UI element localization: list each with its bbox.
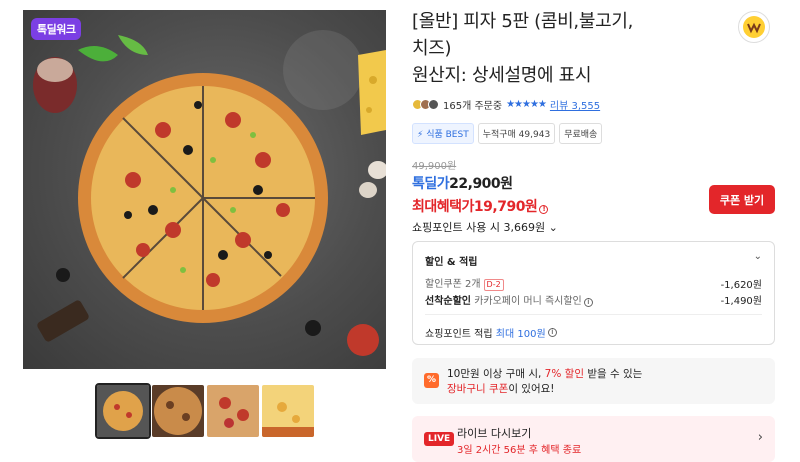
product-title: [올반] 피자 5판 (콤비,불고기, 치즈) 원산지: 상세설명에 표시: [412, 8, 712, 89]
points-usage-label: 쇼핑포인트 사용 시 3,669원: [412, 221, 546, 234]
order-count: 165개 주문중: [443, 101, 503, 112]
early-value: -1,490원: [720, 296, 762, 307]
tag-food-best[interactable]: ⚡ 식품 BEST: [412, 123, 474, 144]
max-benefit-value: 19,790원: [473, 199, 538, 215]
product-main-image[interactable]: 톡딜워크: [23, 10, 386, 369]
avatar: [428, 99, 439, 110]
thumbnail-1[interactable]: [95, 383, 151, 439]
dday-badge: D-2: [483, 279, 504, 291]
points-usage[interactable]: 쇼핑포인트 사용 시 3,669원 ⌄: [412, 219, 558, 235]
points-max-prefix: 최대: [495, 329, 515, 340]
seller-logo[interactable]: [738, 11, 770, 43]
review-link[interactable]: 리뷰 3,555: [550, 97, 600, 112]
original-price: 49,900원: [412, 161, 457, 172]
live-title: 라이브 다시보기: [457, 427, 532, 440]
cart-coupon-promo[interactable]: % 10만원 이상 구매 시, 7% 할인 받을 수 있는 장바구니 쿠폰이 있…: [412, 358, 775, 404]
deal-price: 톡딜가22,900원: [412, 173, 513, 193]
info-icon[interactable]: !: [539, 205, 549, 214]
tag-free-shipping: 무료배송: [559, 123, 603, 144]
discount-title: 할인 & 적립: [425, 257, 478, 268]
chevron-down-icon: ⌄: [548, 221, 558, 234]
thumbnail-2[interactable]: [152, 385, 204, 437]
divider: [425, 314, 762, 315]
points-max-value: 100원: [517, 329, 546, 340]
info-icon[interactable]: i: [547, 328, 557, 337]
thumbnail-4[interactable]: [262, 385, 314, 437]
promo-highlight: 장바구니 쿠폰: [447, 383, 509, 395]
deal-price-label: 톡딜가: [412, 176, 450, 192]
early-desc: 카카오페이 머니 즉시할인: [474, 296, 582, 307]
max-benefit-label: 최대혜택가: [412, 199, 474, 215]
live-badge: LIVE: [424, 432, 455, 446]
thumbnail-3[interactable]: [207, 385, 259, 437]
chevron-right-icon: ›: [757, 430, 763, 445]
deal-price-value: 22,900원: [449, 176, 513, 192]
points-earn-row: 쇼핑포인트 적립 최대 100원 i: [425, 325, 762, 340]
tag-label: 식품 BEST: [426, 130, 469, 140]
product-title-line: 원산지: 상세설명에 표시: [412, 65, 592, 86]
promo-text-part: 10만원 이상 구매 시,: [447, 368, 545, 380]
info-icon[interactable]: i: [583, 298, 593, 307]
early-label: 선착순할인: [425, 296, 471, 307]
rating-row: 165개 주문중 ★★★★★ 리뷰 3,555: [412, 97, 600, 112]
product-title-line: [올반] 피자 5판 (콤비,불고기,: [412, 11, 634, 32]
coupon-value: -1,620원: [720, 279, 762, 291]
promo-text-part: 이 있어요!: [508, 383, 555, 395]
product-title-line: 치즈): [412, 38, 452, 59]
lightning-icon: ⚡: [417, 130, 424, 140]
points-earn-label: 쇼핑포인트 적립: [425, 329, 493, 340]
discount-panel: 할인 & 적립 ⌄ 할인쿠폰 2개 D-2 -1,620원 선착순할인 카카오페이…: [412, 241, 775, 345]
live-replay-banner[interactable]: LIVE 라이브 다시보기 3일 2시간 56분 후 혜택 종료 ›: [412, 416, 775, 462]
buyer-avatars: [412, 99, 439, 110]
rating-stars-icon: ★★★★★: [506, 99, 547, 110]
product-tags: ⚡ 식품 BEST 누적구매 49,943 무료배송: [412, 123, 603, 144]
discount-coupon-row: 할인쿠폰 2개 D-2 -1,620원: [425, 275, 762, 291]
promo-text-part: 받을 수 있는: [584, 368, 643, 380]
seller-logo-icon: [743, 16, 765, 38]
discount-early-row: 선착순할인 카카오페이 머니 즉시할인 i -1,490원: [425, 292, 762, 307]
get-coupon-button[interactable]: 쿠폰 받기: [709, 185, 775, 214]
max-benefit-price: 최대혜택가19,790원!: [412, 196, 549, 216]
promo-highlight: 7% 할인: [544, 368, 584, 380]
promo-text: 10만원 이상 구매 시, 7% 할인 받을 수 있는 장바구니 쿠폰이 있어요…: [447, 367, 642, 397]
deal-badge: 톡딜워크: [31, 18, 82, 40]
chevron-down-icon[interactable]: ⌄: [754, 251, 762, 262]
tag-cumulative: 누적구매 49,943: [477, 123, 556, 144]
percent-icon: %: [424, 373, 439, 388]
pizza-illustration: [33, 30, 386, 356]
coupon-label: 할인쿠폰 2개: [425, 279, 481, 290]
